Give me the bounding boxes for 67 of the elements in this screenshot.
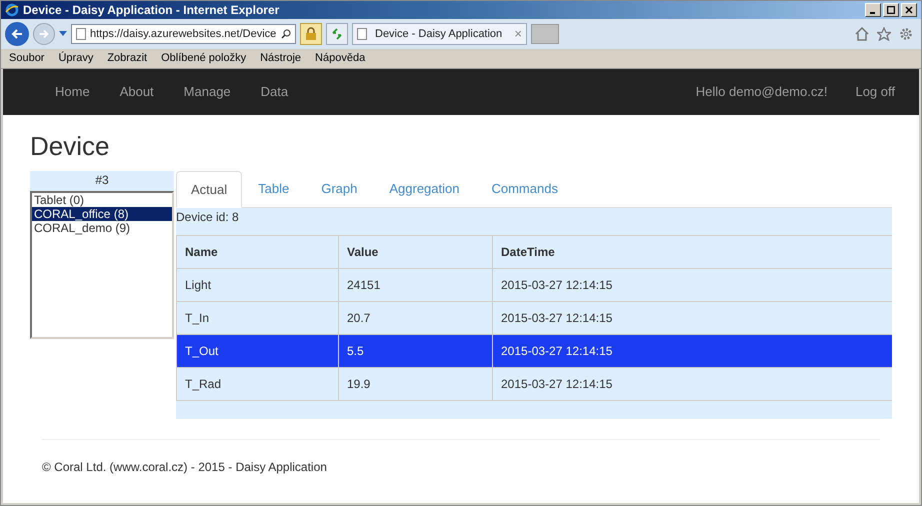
refresh-icon — [331, 28, 343, 40]
page-icon — [357, 28, 367, 40]
lock-button[interactable] — [300, 23, 322, 45]
nav-link[interactable]: Home — [55, 82, 90, 102]
table-cell: 19.9 — [338, 368, 492, 400]
maximize-icon — [887, 6, 895, 14]
refresh-button[interactable] — [326, 23, 348, 45]
table-cell: 2015-03-27 12:14:15 — [492, 302, 892, 334]
list-header: #3 — [30, 171, 174, 191]
tab[interactable]: Actual — [176, 171, 242, 208]
address-field[interactable]: https://daisy.azurewebsites.net/Device — [71, 24, 296, 44]
tab[interactable]: Table — [242, 170, 306, 207]
table-cell: 24151 — [338, 269, 492, 301]
tab[interactable]: Aggregation — [373, 170, 476, 207]
menu-item[interactable]: Nástroje — [260, 50, 302, 67]
minimize-button[interactable] — [865, 3, 881, 17]
table-row[interactable]: T_Rad 19.9 2015-03-27 12:14:15 — [176, 368, 892, 401]
tab[interactable]: Graph — [305, 170, 374, 207]
tab[interactable]: Commands — [475, 170, 574, 207]
menu-item[interactable]: Úpravy — [58, 50, 94, 67]
table-cell: 20.7 — [338, 302, 492, 334]
table-row[interactable]: T_Out 5.5 2015-03-27 12:14:15 — [176, 335, 892, 368]
column-header: DateTime — [492, 236, 892, 268]
footer-text: © Coral Ltd. (www.coral.cz) - 2015 - Daisy Application — [42, 459, 328, 476]
dropdown-icon[interactable] — [59, 31, 67, 37]
list-item[interactable]: Tablet (0) — [32, 193, 172, 207]
menu-item[interactable]: Oblíbené položky — [161, 50, 246, 67]
table-cell: 5.5 — [338, 335, 492, 367]
window-title: Device - Daisy Application - Internet Explorer — [23, 2, 280, 19]
table-cell: Light — [176, 269, 338, 301]
nav-link[interactable]: About — [120, 82, 154, 102]
close-icon — [905, 6, 913, 14]
back-arrow-icon — [10, 27, 24, 41]
menu-item[interactable]: Soubor — [9, 50, 44, 67]
list-item[interactable]: CORAL_demo (9) — [32, 221, 172, 235]
menu-item[interactable]: Zobrazit — [107, 50, 148, 67]
maximize-button[interactable] — [883, 3, 899, 17]
table-cell: 2015-03-27 12:14:15 — [492, 368, 892, 400]
forward-button[interactable] — [33, 23, 55, 45]
column-header: Value — [338, 236, 492, 268]
search-icon[interactable] — [281, 29, 291, 39]
device-listbox[interactable]: Tablet (0) CORAL_office (8) CORAL_demo (9) — [30, 191, 174, 339]
lock-icon — [305, 27, 317, 41]
page-heading: Device — [30, 131, 110, 161]
table-cell: 2015-03-27 12:14:15 — [492, 335, 892, 367]
greeting-link[interactable]: Hello demo@demo.cz! — [696, 82, 828, 102]
table-cell: T_Rad — [176, 368, 338, 400]
table-cell: T_Out — [176, 335, 338, 367]
browser-tab[interactable]: Device - Daisy Application × — [352, 23, 527, 45]
page-icon — [76, 28, 86, 40]
browser-logo-icon — [5, 3, 19, 17]
table-cell: 2015-03-27 12:14:15 — [492, 269, 892, 301]
star-icon[interactable] — [877, 27, 891, 41]
table-cell: T_In — [176, 302, 338, 334]
menu-item[interactable]: Nápověda — [315, 50, 366, 67]
device-id-label: Device id: 8 — [176, 209, 240, 226]
close-button[interactable] — [901, 3, 917, 17]
back-button[interactable] — [5, 22, 29, 46]
logoff-link[interactable]: Log off — [855, 82, 895, 102]
settings-icon[interactable] — [899, 27, 913, 41]
nav-link[interactable]: Data — [260, 82, 288, 102]
forward-arrow-icon — [38, 28, 50, 40]
nav-link[interactable]: Manage — [184, 82, 231, 102]
table-row[interactable]: Light 24151 2015-03-27 12:14:15 — [176, 269, 892, 302]
column-header: Name — [176, 236, 338, 268]
home-icon[interactable] — [855, 27, 869, 41]
list-item[interactable]: CORAL_office (8) — [32, 207, 172, 221]
